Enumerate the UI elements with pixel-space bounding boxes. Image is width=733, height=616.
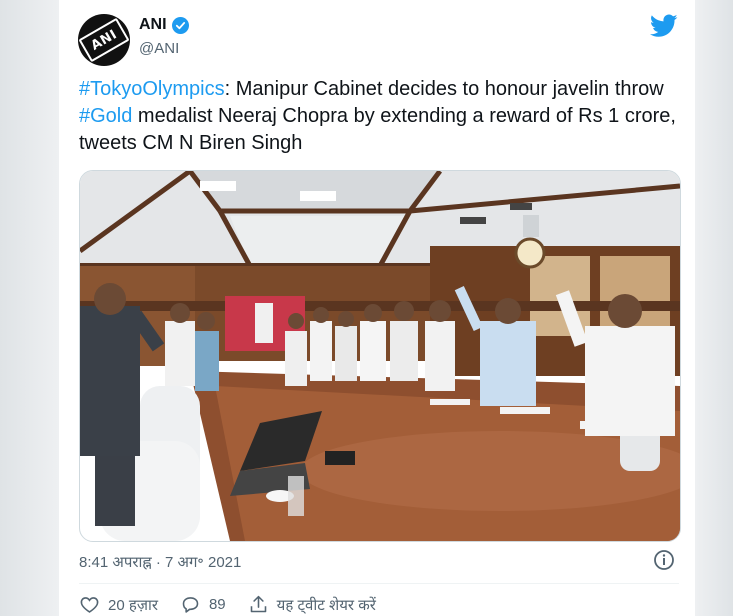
reply-icon xyxy=(182,597,199,613)
reply-count: 89 xyxy=(208,596,226,613)
share-icon xyxy=(250,595,266,613)
heart-icon xyxy=(80,597,99,613)
account-name[interactable]: ANI xyxy=(139,16,167,34)
share-button[interactable]: यह ट्वीट शेयर करें xyxy=(248,594,376,615)
like-button[interactable]: 20 हज़ार xyxy=(79,594,158,615)
divider xyxy=(79,583,679,584)
like-count: 20 हज़ार xyxy=(108,596,158,614)
info-icon[interactable] xyxy=(653,549,675,571)
tweet-text-segment: : Manipur Cabinet decides to honour jave… xyxy=(224,78,664,100)
twitter-bird-icon[interactable] xyxy=(650,14,678,38)
cabinet-meeting-photo xyxy=(80,171,680,541)
avatar[interactable]: ANI xyxy=(78,14,130,66)
account-name-row[interactable]: ANI xyxy=(139,16,189,34)
tweet-card: ANI ANI @ANI #TokyoOlympics: Manipur Cab… xyxy=(59,0,695,616)
tweet-photo[interactable] xyxy=(79,170,681,542)
share-label: यह ट्वीट शेयर करें xyxy=(276,596,376,614)
tweet-text: #TokyoOlympics: Manipur Cabinet decides … xyxy=(79,76,679,157)
tweet-timestamp[interactable]: 8:41 अपराह्न · 7 अग॰ 2021 xyxy=(79,552,241,572)
verified-badge-icon xyxy=(171,16,189,34)
left-backdrop xyxy=(0,0,59,616)
hashtag-link[interactable]: #Gold xyxy=(79,105,132,127)
hashtag-link[interactable]: #TokyoOlympics xyxy=(79,78,225,100)
avatar-logo-text: ANI xyxy=(88,26,120,54)
tweet-text-segment: medalist Neeraj Chopra by extending a re… xyxy=(79,105,676,154)
right-backdrop xyxy=(695,0,733,616)
account-handle[interactable]: @ANI xyxy=(139,40,179,57)
ani-logo: ANI xyxy=(78,17,130,63)
reply-button[interactable]: 89 xyxy=(180,594,226,615)
tweet-actions: 20 हज़ार 89 यह ट्वीट शेयर करें xyxy=(79,594,398,615)
